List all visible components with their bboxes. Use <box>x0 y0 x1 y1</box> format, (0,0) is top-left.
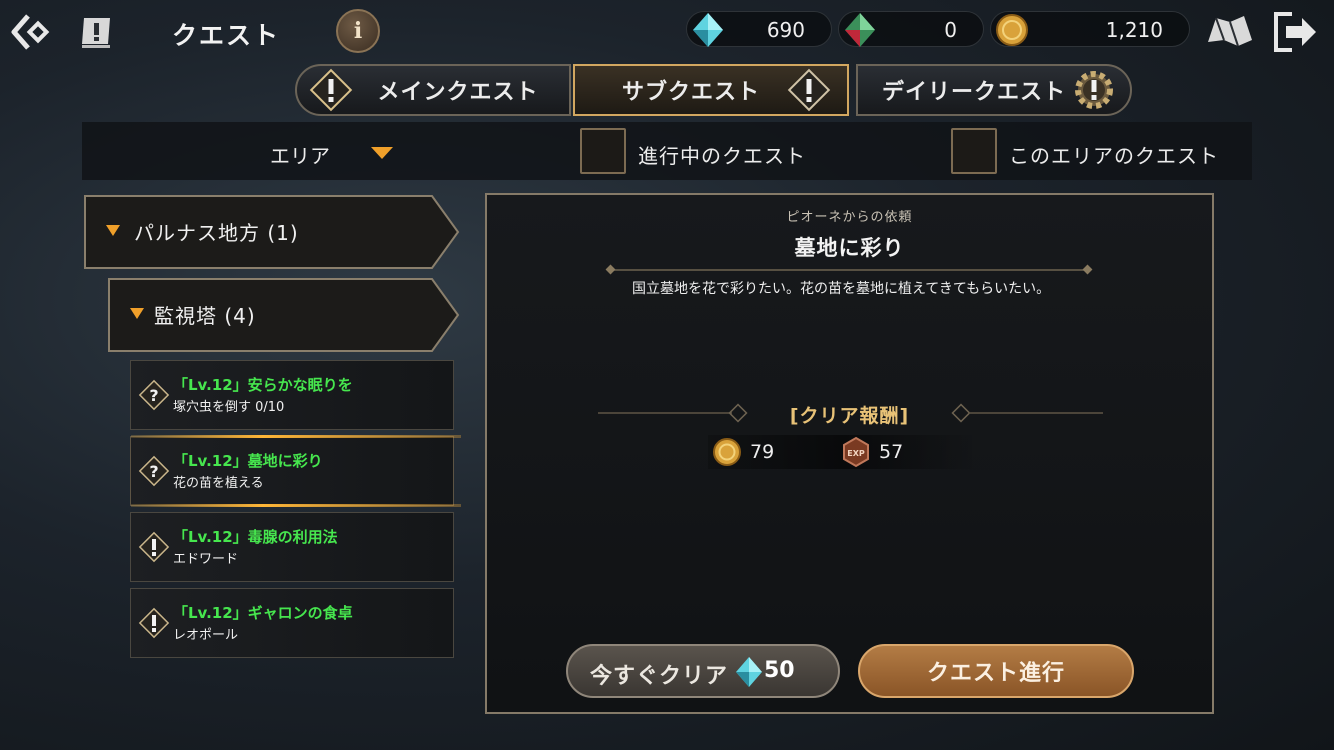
quest-subtitle: レオポール <box>173 628 239 643</box>
exclamation-diamond-icon <box>138 531 170 563</box>
selection-glow-top <box>131 435 461 438</box>
crystal-count: 0 <box>944 18 957 42</box>
title-divider <box>605 264 1093 275</box>
quest-title: 「Lv.12」墓地に彩り <box>173 452 323 470</box>
in-progress-checkbox[interactable] <box>580 128 626 174</box>
reward-exp-value: 57 <box>879 441 904 463</box>
quest-list-item[interactable]: 「Lv.12」ギャロンの食卓 レオポール <box>130 588 454 658</box>
exit-icon <box>1274 12 1316 52</box>
quest-detail-title: 墓地に彩り <box>794 236 905 260</box>
expand-arrow-icon <box>106 225 120 236</box>
currency-crystal: 0 <box>838 11 984 47</box>
quest-title: 「Lv.12」毒腺の利用法 <box>173 528 338 546</box>
gold-coin-icon <box>713 438 741 466</box>
diamond-count: 690 <box>766 18 805 42</box>
back-button[interactable] <box>8 10 52 54</box>
proceed-quest-label: クエスト進行 <box>926 661 1065 686</box>
quest-title: 「Lv.12」安らかな眠りを <box>173 376 353 394</box>
question-diamond-icon: ? <box>138 455 170 487</box>
svg-text:EXP: EXP <box>847 449 865 458</box>
quest-book-icon <box>80 14 116 50</box>
red-crystal-icon <box>845 13 875 47</box>
diamond-gem-icon <box>693 13 723 47</box>
subregion-header[interactable]: 監視塔 (4) <box>108 278 460 352</box>
quest-client: ピオーネからの依頼 <box>786 210 913 225</box>
tab-main-label: メインクエスト <box>377 80 539 105</box>
quest-title: 「Lv.12」ギャロンの食卓 <box>173 604 353 622</box>
map-button[interactable] <box>1206 12 1254 48</box>
exp-badge-icon: EXP <box>843 436 869 468</box>
quest-subtitle: エドワード <box>173 552 239 567</box>
quest-description: 国立墓地を花で彩りたい。花の苗を墓地に植えてきてもらいたい。 <box>632 281 1051 297</box>
tab-sub-label: サブクエスト <box>621 80 760 105</box>
expand-arrow-icon <box>130 308 144 319</box>
exit-button[interactable] <box>1272 10 1318 54</box>
quest-subtitle: 塚穴虫を倒す 0/10 <box>173 400 285 415</box>
instant-clear-label: 今すぐクリア <box>590 664 729 689</box>
tab-daily-quest[interactable]: デイリークエスト <box>856 64 1132 116</box>
selection-glow-bottom <box>131 504 461 507</box>
area-dropdown-label[interactable]: エリア <box>270 140 330 169</box>
reward-gold-value: 79 <box>750 441 775 463</box>
reward-title: [クリア報酬] <box>789 405 910 427</box>
exclamation-diamond-icon <box>309 68 353 112</box>
gold-coin-icon <box>996 14 1028 46</box>
tab-sub-quest[interactable]: サブクエスト <box>573 64 849 116</box>
quest-list-item[interactable]: ? 「Lv.12」安らかな眠りを 塚穴虫を倒す 0/10 <box>130 360 454 430</box>
tab-daily-label: デイリークエスト <box>881 80 1066 105</box>
region-name: パルナス地方 (1) <box>134 221 299 245</box>
quest-subtitle: 花の苗を植える <box>173 476 264 491</box>
question-diamond-icon: ? <box>138 379 170 411</box>
svg-text:?: ? <box>149 462 158 481</box>
quest-list-item-selected[interactable]: ? 「Lv.12」墓地に彩り 花の苗を植える <box>130 435 461 507</box>
currency-gold: 1,210 <box>990 11 1190 47</box>
in-progress-label: 進行中のクエスト <box>638 144 806 168</box>
map-icon <box>1208 16 1252 47</box>
dropdown-arrow-icon[interactable] <box>370 146 394 160</box>
back-arrow-icon <box>11 14 50 50</box>
quest-list-item[interactable]: 「Lv.12」毒腺の利用法 エドワード <box>130 512 454 582</box>
subregion-name: 監視塔 (4) <box>154 304 256 328</box>
svg-text:?: ? <box>149 386 158 405</box>
tab-main-quest[interactable]: メインクエスト <box>295 64 571 116</box>
this-area-label: このエリアのクエスト <box>1009 144 1219 168</box>
currency-diamond: 690 <box>686 11 832 47</box>
info-button[interactable]: i <box>336 9 380 53</box>
this-area-checkbox[interactable] <box>951 128 997 174</box>
gear-exclamation-icon <box>1075 71 1113 109</box>
gold-count: 1,210 <box>1105 18 1163 42</box>
region-header[interactable]: パルナス地方 (1) <box>84 195 460 269</box>
proceed-quest-button[interactable]: クエスト進行 <box>858 644 1134 698</box>
info-icon: i <box>353 18 363 44</box>
exclamation-diamond-icon <box>787 68 831 112</box>
instant-clear-button[interactable]: 今すぐクリア 50 <box>566 644 840 698</box>
instant-clear-cost: 50 <box>764 658 795 683</box>
diamond-gem-icon <box>736 657 762 687</box>
page-title: クエスト <box>172 21 281 50</box>
exclamation-diamond-icon <box>138 607 170 639</box>
